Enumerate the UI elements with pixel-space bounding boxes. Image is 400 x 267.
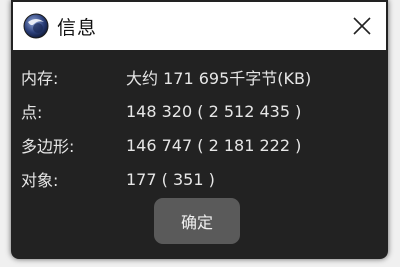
memory-value: 大约 171 695千字节(KB) — [126, 69, 312, 88]
objects-label: 对象: — [21, 171, 59, 190]
info-list: 内存: 大约 171 695千字节(KB) 点: 148 320 ( 2 512… — [21, 60, 381, 196]
info-row-polygons: 多边形: 146 747 ( 2 181 222 ) — [21, 128, 381, 162]
close-icon[interactable] — [350, 14, 374, 38]
memory-label: 内存: — [21, 69, 59, 88]
cinema4d-logo-icon — [23, 13, 49, 39]
info-row-objects: 对象: 177 ( 351 ) — [21, 162, 381, 196]
info-dialog: 信息 内存: 大约 171 695千字节(KB) 点: 148 320 ( 2 … — [11, 0, 388, 259]
ok-button[interactable]: 确定 — [154, 198, 240, 244]
points-value: 148 320 ( 2 512 435 ) — [126, 101, 302, 121]
window-title: 信息 — [57, 16, 98, 39]
info-row-memory: 内存: 大约 171 695千字节(KB) — [21, 60, 381, 94]
info-row-points: 点: 148 320 ( 2 512 435 ) — [21, 94, 381, 128]
points-label: 点: — [21, 103, 43, 122]
title-bar: 信息 — [13, 2, 386, 50]
polygons-value: 146 747 ( 2 181 222 ) — [126, 135, 302, 155]
polygons-label: 多边形: — [21, 137, 75, 156]
objects-value: 177 ( 351 ) — [126, 169, 215, 189]
